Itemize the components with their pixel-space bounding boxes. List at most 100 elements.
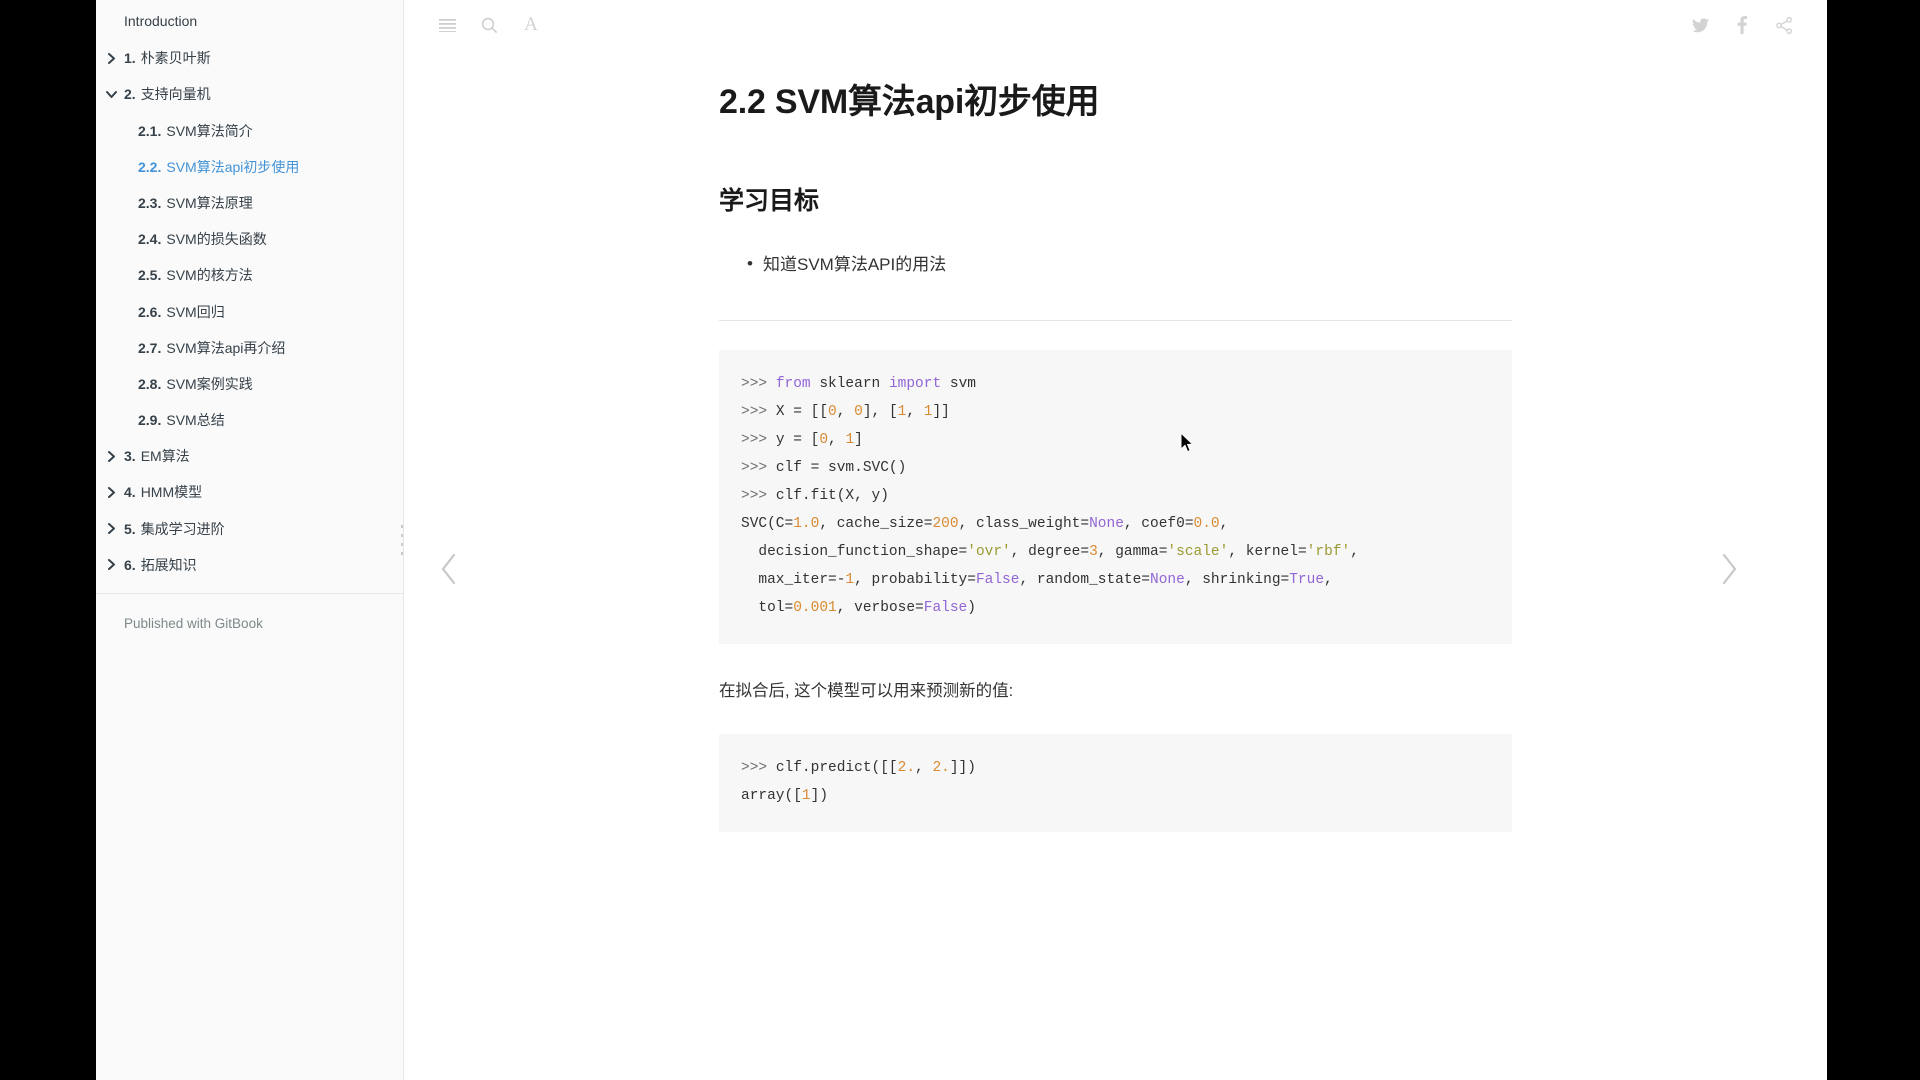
sidebar-item-2[interactable]: 2. 支持向量机 xyxy=(96,76,403,112)
sidebar-item-label: HMM模型 xyxy=(140,484,203,501)
code-token: , shrinking= xyxy=(1184,572,1290,589)
sidebar-item-number: 2.2. xyxy=(138,158,162,175)
code-token: 3 xyxy=(1089,544,1098,561)
sidebar-item-number: 2. xyxy=(124,86,136,103)
code-token: , xyxy=(1350,544,1359,561)
code-token: , random_state= xyxy=(1019,572,1150,589)
sidebar-item-28[interactable]: 2.8. SVM案例实践 xyxy=(96,366,403,402)
sidebar-item-introduction[interactable]: Introduction xyxy=(96,2,403,40)
code-token: from xyxy=(775,376,820,393)
sidebar-item-number: 2.7. xyxy=(138,339,162,356)
book-body: A 2.2 SVM算法api初步使用 学习目标 • 知道SVM算法API的用法 … xyxy=(404,0,1827,1080)
code-token: , class_weight= xyxy=(958,516,1090,533)
sidebar-item-22[interactable]: 2.2. SVM算法api初步使用 xyxy=(96,149,403,185)
sidebar-item-number: 2.6. xyxy=(138,303,162,320)
sidebar-item-number: 2.8. xyxy=(138,375,162,392)
code-token: , xyxy=(828,432,846,449)
sidebar-item-number: 6. xyxy=(124,556,136,573)
sidebar-item-21[interactable]: 2.1. SVM算法简介 xyxy=(96,113,403,149)
sidebar-item-27[interactable]: 2.7. SVM算法api再介绍 xyxy=(96,330,403,366)
code-token: 1.0 xyxy=(793,516,820,533)
code-token: decision_function_shape= xyxy=(741,544,968,561)
code-token: 0.001 xyxy=(793,600,837,617)
code-token: >>> xyxy=(741,376,776,393)
sidebar-item-number: 5. xyxy=(124,520,136,537)
sidebar-item-4[interactable]: 4. HMM模型 xyxy=(96,474,403,510)
sidebar-item-number: 4. xyxy=(124,484,136,501)
chevron-right-icon[interactable] xyxy=(104,51,118,65)
code-token: 0 xyxy=(819,432,829,449)
chevron-right-icon[interactable] xyxy=(104,558,118,572)
chevron-right-icon[interactable] xyxy=(104,486,118,500)
code-token: sklearn xyxy=(819,376,889,393)
code-token: >>> xyxy=(741,404,776,421)
code-token: False xyxy=(975,572,1020,589)
code-token: ]) xyxy=(810,787,829,804)
sidebar-item-29[interactable]: 2.9. SVM总结 xyxy=(96,402,403,438)
code-token: SVC(C= xyxy=(741,516,794,533)
code-token: None xyxy=(1089,516,1124,533)
sidebar-item-25[interactable]: 2.5. SVM的核方法 xyxy=(96,257,403,293)
code-token: X = [[ xyxy=(775,404,829,421)
code-token: clf = svm.SVC() xyxy=(775,460,907,477)
code-token: 1 xyxy=(845,432,855,449)
chevron-right-icon[interactable] xyxy=(104,449,118,463)
sidebar-item-label: SVM案例实践 xyxy=(166,375,253,392)
sidebar-item-3[interactable]: 3. EM算法 xyxy=(96,438,403,474)
chevron-right-icon[interactable] xyxy=(104,522,118,536)
code-token: , probability= xyxy=(854,572,976,589)
gitbook-page: Introduction 1. 朴素贝叶斯 2. 支持向量机 2.1. SVM算法简介 2.… xyxy=(0,0,1920,1080)
code-token: , coef0= xyxy=(1123,516,1194,533)
sidebar-item-label: SVM算法api再介绍 xyxy=(166,339,286,356)
code-token: , gamma= xyxy=(1097,544,1168,561)
code-token: max_iter=- xyxy=(741,572,846,589)
code-token: >>> xyxy=(741,460,776,477)
sidebar-summary-list: Introduction 1. 朴素贝叶斯 2. 支持向量机 2.1. SVM算法简介 2.… xyxy=(96,0,403,583)
code-token: 'ovr' xyxy=(967,544,1011,561)
code-token: , xyxy=(836,404,855,421)
code-token: >>> xyxy=(741,432,776,449)
code-token: clf.predict([[ xyxy=(775,759,898,776)
sidebar-item-6[interactable]: 6. 拓展知识 xyxy=(96,547,403,583)
sidebar-item-label: 拓展知识 xyxy=(140,556,197,573)
sidebar-item-label: 朴素贝叶斯 xyxy=(140,50,211,67)
sidebar-item-number: 1. xyxy=(124,50,136,67)
sidebar-item-label: SVM的核方法 xyxy=(166,267,253,284)
sidebar-footer[interactable]: Published with GitBook xyxy=(96,594,403,653)
sidebar-item-label: SVM算法api初步使用 xyxy=(166,158,300,175)
list-item: 知道SVM算法API的用法 xyxy=(747,250,1512,278)
sidebar-item-label: Introduction xyxy=(124,13,198,29)
chevron-down-icon[interactable] xyxy=(104,87,118,101)
sidebar-item-label: SVM的损失函数 xyxy=(166,231,267,248)
code-token: 0 xyxy=(854,404,863,421)
code-token: 2. xyxy=(897,759,916,776)
code-token: ] xyxy=(854,432,863,449)
sidebar-item-5[interactable]: 5. 集成学习进阶 xyxy=(96,511,403,547)
sidebar-item-number: 2.5. xyxy=(138,267,162,284)
sidebar-item-number: 2.3. xyxy=(138,194,162,211)
sidebar-item-number: 2.4. xyxy=(138,231,162,248)
code-token: svm xyxy=(949,376,976,393)
code-token: >>> xyxy=(741,759,776,776)
sidebar-item-24[interactable]: 2.4. SVM的损失函数 xyxy=(96,221,403,257)
sidebar-item-number: 3. xyxy=(124,448,136,465)
code-token: >>> xyxy=(741,488,776,505)
code-block-python-svm: >>> from sklearn import svm >>> X = [[0,… xyxy=(719,350,1512,645)
code-token: , verbose= xyxy=(836,600,924,617)
sidebar-item-label: 集成学习进阶 xyxy=(140,520,225,537)
code-token: 0 xyxy=(828,404,837,421)
code-token: True xyxy=(1289,572,1325,589)
sidebar-item-26[interactable]: 2.6. SVM回归 xyxy=(96,294,403,330)
code-token: None xyxy=(1150,572,1185,589)
sidebar-item-label: SVM总结 xyxy=(166,412,225,429)
code-token: ]] xyxy=(932,404,950,421)
sidebar-item-number: 2.1. xyxy=(138,122,162,139)
code-token: 1 xyxy=(801,787,811,804)
code-token: tol= xyxy=(741,600,794,617)
sidebar-item-23[interactable]: 2.3. SVM算法原理 xyxy=(96,185,403,221)
code-token: 'scale' xyxy=(1167,544,1229,561)
sidebar-item-1[interactable]: 1. 朴素贝叶斯 xyxy=(96,40,403,76)
code-token: array([ xyxy=(741,787,802,804)
sidebar-item-label: SVM算法原理 xyxy=(166,194,253,211)
sidebar-item-number: 2.9. xyxy=(138,412,162,429)
